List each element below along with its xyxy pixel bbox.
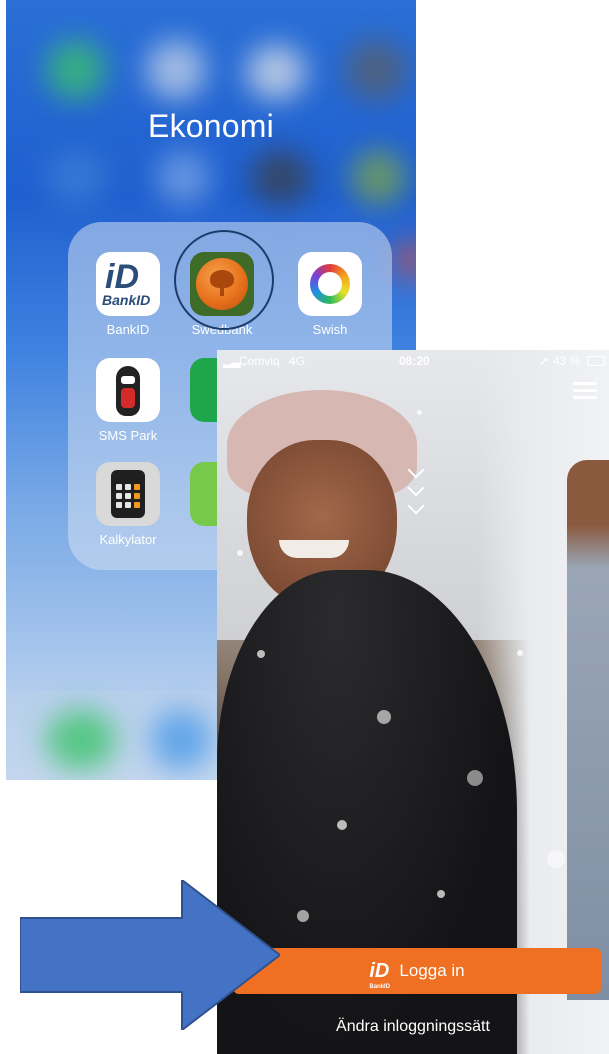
blurred-app-icon bbox=[351, 150, 406, 205]
app-bankid[interactable]: iD BankID BankID bbox=[88, 252, 168, 337]
highlight-circle bbox=[174, 230, 274, 330]
folder-title: Ekonomi bbox=[148, 108, 274, 144]
app-label: BankID bbox=[106, 322, 150, 337]
login-button[interactable]: iD BankID Logga in bbox=[233, 948, 601, 994]
blurred-app-icon bbox=[156, 150, 211, 205]
blurred-app-icon bbox=[146, 40, 206, 100]
blurred-app-icon bbox=[396, 240, 416, 280]
battery-percent: 43 % bbox=[553, 354, 581, 368]
blurred-app-icon bbox=[46, 710, 116, 770]
pointer-arrow-icon bbox=[20, 880, 280, 1030]
carrier-name: Comviq bbox=[239, 354, 280, 368]
sms-park-icon bbox=[96, 358, 160, 422]
swish-icon bbox=[298, 252, 362, 316]
app-calculator[interactable]: Kalkylator bbox=[88, 462, 168, 547]
status-bar: ▂▃ Comviq 4G 08:20 ➚ 43 % bbox=[217, 350, 609, 372]
snowflake bbox=[377, 710, 391, 724]
bankid-icon: iD BankID bbox=[369, 961, 390, 990]
app-swish[interactable]: Swish bbox=[290, 252, 370, 337]
blurred-app-icon bbox=[46, 150, 106, 205]
photo-person bbox=[567, 460, 609, 1000]
snowflake bbox=[517, 650, 523, 656]
app-sms-park[interactable]: SMS Park bbox=[88, 358, 168, 443]
bankid-icon: iD BankID bbox=[96, 252, 160, 316]
app-label: Kalkylator bbox=[99, 532, 157, 547]
blurred-app-icon bbox=[251, 150, 311, 205]
blurred-app-icon bbox=[46, 40, 106, 100]
snowflake bbox=[467, 770, 483, 786]
snowflake bbox=[297, 910, 309, 922]
menu-icon[interactable] bbox=[573, 380, 597, 400]
battery-icon bbox=[587, 356, 605, 366]
blurred-app-icon bbox=[151, 710, 211, 770]
snowflake bbox=[337, 820, 347, 830]
calculator-icon bbox=[96, 462, 160, 526]
network-type: 4G bbox=[289, 354, 306, 368]
blurred-app-icon bbox=[246, 45, 306, 100]
snowflake bbox=[417, 410, 422, 415]
app-label: SMS Park bbox=[98, 428, 158, 443]
blurred-app-icon bbox=[346, 40, 406, 100]
photo-smile bbox=[279, 540, 349, 558]
scroll-down-icon bbox=[407, 461, 427, 524]
app-label: Swish bbox=[312, 322, 348, 337]
bankid-small-label: BankID bbox=[369, 984, 391, 990]
snowflake bbox=[257, 650, 265, 658]
signal-icon: ▂▃ bbox=[223, 354, 240, 368]
snowflake bbox=[547, 850, 565, 868]
snowflake bbox=[437, 890, 445, 898]
location-icon: ➚ bbox=[539, 354, 550, 368]
login-label: Logga in bbox=[399, 961, 465, 980]
status-time: 08:20 bbox=[399, 354, 430, 368]
snowflake bbox=[237, 550, 243, 556]
